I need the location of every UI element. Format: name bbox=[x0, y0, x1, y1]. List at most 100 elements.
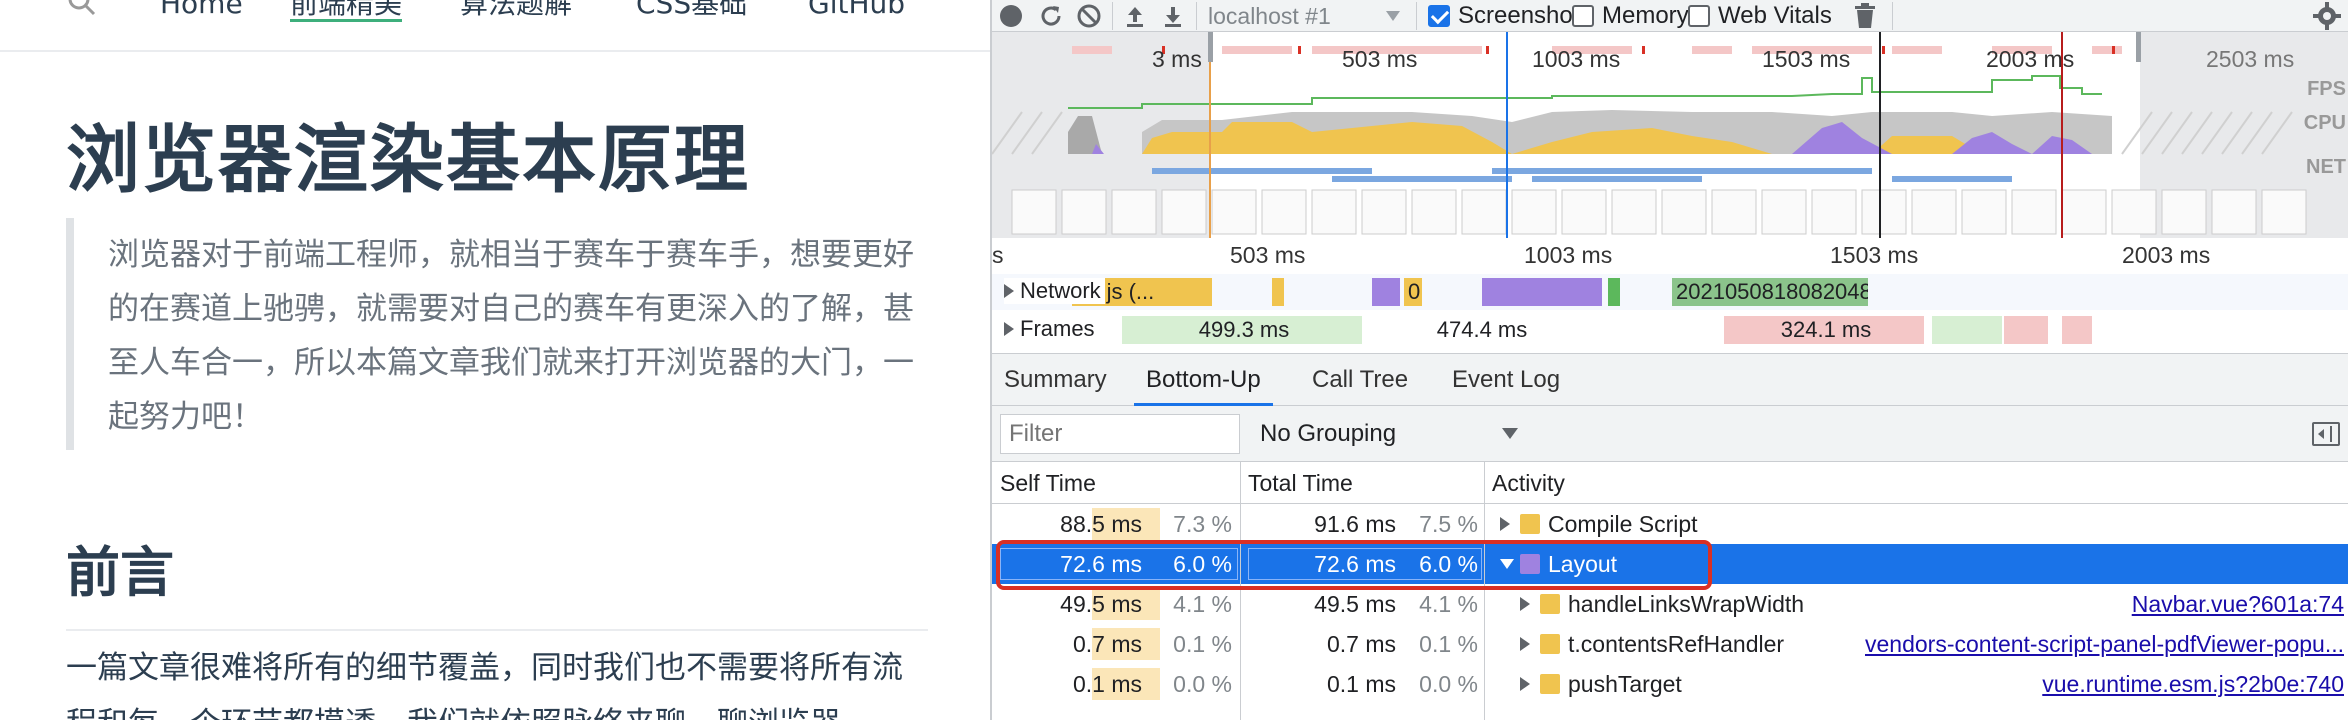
network-request[interactable] bbox=[1482, 278, 1602, 306]
frame-block[interactable]: 499.3 ms bbox=[1122, 316, 1362, 344]
timeline-overview[interactable]: 3 ms 503 ms 1003 ms 1503 ms 2003 ms 2503… bbox=[992, 32, 2348, 238]
timeline-tick: 2003 ms bbox=[2122, 242, 2211, 268]
blog-page: Home 前端精美 算法题解 CSS基础 GitHub 浏览器渲染基本原理 浏览… bbox=[0, 0, 990, 720]
activity-name: t.contentsRefHandler bbox=[1568, 631, 1785, 657]
target-select[interactable]: localhost #1 bbox=[1208, 0, 1408, 32]
frame-block[interactable] bbox=[2062, 316, 2092, 344]
nav-algorithms[interactable]: 算法题解 bbox=[460, 0, 572, 22]
target-select-value: localhost #1 bbox=[1208, 2, 1331, 29]
table-row[interactable]: 0.7 ms 0.1 % 0.7 ms 0.1 % t.contentsRefHandl… bbox=[992, 624, 2348, 664]
overview-tick: 1503 ms bbox=[1762, 46, 1851, 72]
frames-track-label[interactable]: Frames bbox=[1004, 316, 1099, 342]
source-link[interactable]: vue.runtime.esm.js?2b0e:740 bbox=[2042, 664, 2344, 704]
column-total-time[interactable]: Total Time bbox=[1240, 462, 1484, 504]
screenshots-checkbox[interactable]: Screenshots bbox=[1428, 0, 1591, 32]
total-time-percent: 0.0 % bbox=[1419, 671, 1478, 697]
timeline-tick: 1003 ms bbox=[1524, 242, 1613, 268]
network-request[interactable]: 20210508180820485.p... bbox=[1672, 278, 1868, 306]
reload-icon[interactable] bbox=[1036, 1, 1066, 31]
overview-tick: 503 ms bbox=[1342, 46, 1418, 72]
annotation-highlight-box bbox=[996, 540, 1712, 590]
details-tabs: Summary Bottom-Up Call Tree Event Log bbox=[992, 354, 2348, 406]
download-icon[interactable] bbox=[1158, 1, 1188, 31]
chevron-down-icon[interactable] bbox=[1502, 428, 1518, 439]
self-time: 88.5 ms bbox=[1060, 511, 1142, 537]
upload-icon[interactable] bbox=[1120, 1, 1150, 31]
total-time: 49.5 ms bbox=[1314, 591, 1396, 617]
frame-block[interactable] bbox=[2004, 316, 2048, 344]
tab-call-tree[interactable]: Call Tree bbox=[1300, 354, 1420, 406]
chevron-down-icon bbox=[1386, 11, 1400, 21]
nav-github[interactable]: GitHub bbox=[808, 0, 905, 22]
network-track[interactable]: Network op.js (... 0. 20210508180820485.… bbox=[992, 274, 2348, 310]
total-time-percent: 0.1 % bbox=[1419, 631, 1478, 657]
category-swatch bbox=[1540, 594, 1560, 614]
frame-block[interactable]: 474.4 ms bbox=[1368, 316, 1592, 344]
timeline-tracks[interactable]: s 503 ms 1003 ms 1503 ms 2003 ms Network… bbox=[992, 238, 2348, 354]
checkbox-unchecked-icon[interactable] bbox=[1688, 5, 1710, 27]
network-track-label[interactable]: Network bbox=[1004, 278, 1105, 304]
overview-tick: 1003 ms bbox=[1532, 46, 1621, 72]
frame-block[interactable]: 324.1 ms bbox=[1724, 316, 1924, 344]
webvitals-checkbox[interactable]: Web Vitals bbox=[1688, 0, 1832, 32]
table-row[interactable]: 88.5 ms 7.3 % 91.6 ms 7.5 % Compile Script bbox=[992, 504, 2348, 544]
frames-track[interactable]: Frames 499.3 ms 474.4 ms 324.1 ms bbox=[992, 312, 2348, 348]
search-icon[interactable] bbox=[66, 0, 96, 16]
expand-arrow-icon[interactable] bbox=[1520, 597, 1530, 611]
gear-icon[interactable] bbox=[2312, 1, 2342, 31]
column-self-time[interactable]: Self Time bbox=[992, 462, 1240, 504]
checkbox-checked-icon[interactable] bbox=[1428, 5, 1450, 27]
webvitals-label: Web Vitals bbox=[1718, 2, 1832, 29]
activity-name: handleLinksWrapWidth bbox=[1568, 591, 1805, 617]
grouping-select[interactable]: No Grouping bbox=[1260, 414, 1396, 454]
table-row[interactable]: 0.1 ms 0.0 % 0.1 ms 0.0 % pushTarget vue.runt… bbox=[992, 664, 2348, 704]
expand-arrow-icon[interactable] bbox=[1520, 677, 1530, 691]
blockquote: 浏览器对于前端工程师，就相当于赛车于赛车手，想要更好的在赛道上驰骋，就需要对自己… bbox=[66, 218, 916, 450]
nav-home[interactable]: Home bbox=[160, 0, 243, 22]
clear-icon[interactable] bbox=[1074, 1, 1104, 31]
paragraph: 一篇文章很难将所有的细节覆盖，同时我们也不需要将所有流程和每一个环节都摸透，我们… bbox=[66, 650, 903, 720]
self-time: 0.7 ms bbox=[1072, 631, 1142, 657]
record-icon[interactable] bbox=[996, 1, 1026, 31]
nav-frontend[interactable]: 前端精美 bbox=[290, 0, 403, 22]
self-time: 0.1 ms bbox=[1072, 671, 1142, 697]
total-time: 0.1 ms bbox=[1326, 671, 1396, 697]
expand-arrow-icon[interactable] bbox=[1004, 322, 1014, 336]
frame-block[interactable] bbox=[1932, 316, 2002, 344]
self-time-percent: 7.3 % bbox=[1173, 511, 1232, 537]
page-title: 浏览器渲染基本原理 bbox=[66, 117, 750, 203]
category-swatch bbox=[1540, 674, 1560, 694]
expand-arrow-icon[interactable] bbox=[1520, 637, 1530, 651]
tab-summary[interactable]: Summary bbox=[992, 354, 1119, 406]
column-activity[interactable]: Activity bbox=[1484, 462, 2348, 504]
network-request[interactable]: 0. bbox=[1404, 278, 1422, 306]
timeline-tick: s bbox=[992, 242, 1004, 268]
expand-arrow-icon[interactable] bbox=[1004, 284, 1014, 298]
sidebar-toggle-icon[interactable] bbox=[2312, 422, 2340, 446]
network-request[interactable] bbox=[1272, 278, 1284, 306]
bottom-up-table: Self Time Total Time Activity 88.5 ms 7.3… bbox=[992, 462, 2348, 720]
total-time: 91.6 ms bbox=[1314, 511, 1396, 537]
network-request[interactable] bbox=[1608, 278, 1620, 306]
section-heading: 前言 bbox=[66, 528, 928, 631]
performance-toolbar: localhost #1 Screenshots Memory Web Vita… bbox=[992, 0, 2348, 32]
nav-css[interactable]: CSS基础 bbox=[636, 0, 747, 22]
self-time: 49.5 ms bbox=[1060, 591, 1142, 617]
checkbox-unchecked-icon[interactable] bbox=[1572, 5, 1594, 27]
filter-input[interactable] bbox=[1000, 414, 1240, 454]
tab-bottom-up[interactable]: Bottom-Up bbox=[1134, 354, 1273, 406]
source-link[interactable]: Navbar.vue?601a:74 bbox=[2132, 584, 2344, 624]
net-label: NET bbox=[2306, 156, 2346, 178]
activity-name: pushTarget bbox=[1568, 671, 1682, 697]
total-time-percent: 7.5 % bbox=[1419, 511, 1478, 537]
memory-checkbox[interactable]: Memory bbox=[1572, 0, 1689, 32]
source-link[interactable]: vendors-content-script-panel-pdfViewer-p… bbox=[1865, 624, 2344, 664]
expand-arrow-icon[interactable] bbox=[1500, 517, 1510, 531]
trash-icon[interactable] bbox=[1850, 1, 1880, 31]
table-row[interactable]: 49.5 ms 4.1 % 49.5 ms 4.1 % handleLinksWrapW… bbox=[992, 584, 2348, 624]
network-request[interactable] bbox=[1372, 278, 1400, 306]
tab-event-log[interactable]: Event Log bbox=[1440, 354, 1572, 406]
devtools-performance-panel: localhost #1 Screenshots Memory Web Vita… bbox=[992, 0, 2348, 720]
category-swatch bbox=[1520, 514, 1540, 534]
category-swatch bbox=[1540, 634, 1560, 654]
